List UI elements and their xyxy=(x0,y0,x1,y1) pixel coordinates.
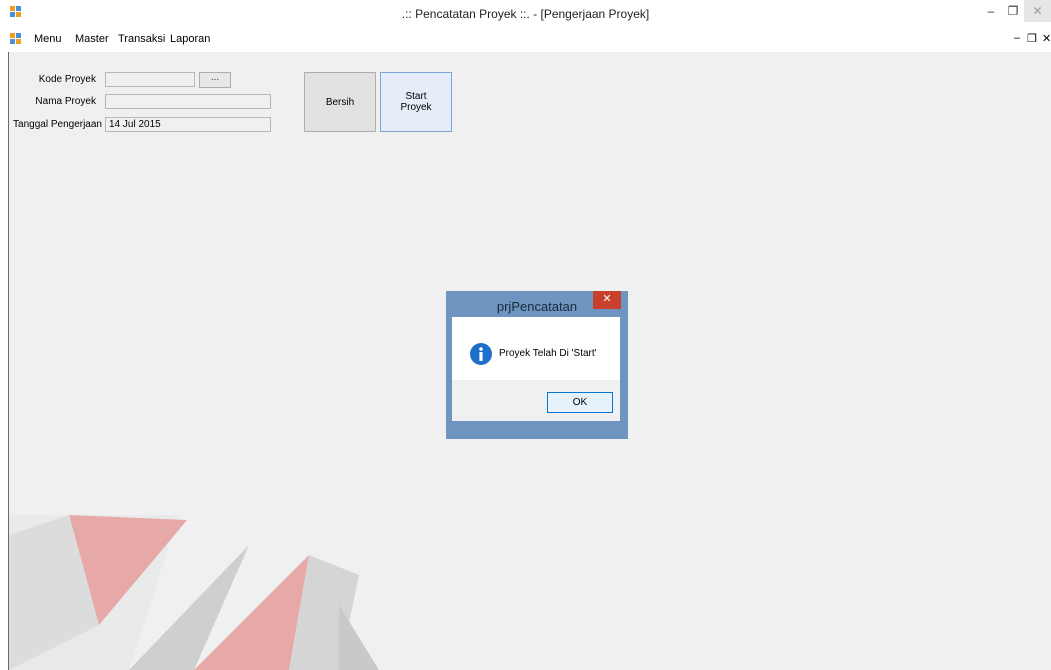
mdi-minimize-button[interactable]: – xyxy=(1014,32,1020,44)
menu-item-laporan[interactable]: Laporan xyxy=(170,33,210,45)
mdi-child-icon[interactable] xyxy=(10,33,22,45)
mdi-restore-button[interactable]: ❐ xyxy=(1027,32,1037,45)
info-icon xyxy=(470,343,492,365)
message-dialog: prjPencatatan ✕ Proyek Telah Di 'Start' … xyxy=(446,291,628,439)
ok-button[interactable]: OK xyxy=(547,392,613,413)
dialog-close-button[interactable]: ✕ xyxy=(593,291,621,309)
dialog-footer: OK xyxy=(452,380,620,421)
kode-proyek-field[interactable] xyxy=(105,72,195,87)
menu-item-master[interactable]: Master xyxy=(75,33,109,45)
mdi-close-button[interactable]: ✕ xyxy=(1042,32,1051,45)
start-label-line-1: Start xyxy=(405,91,427,102)
minimize-button[interactable]: – xyxy=(980,0,1002,22)
menu-item-transaksi[interactable]: Transaksi xyxy=(118,33,165,45)
start-label-line-2: Proyek xyxy=(400,102,432,113)
bersih-button-label: Bersih xyxy=(325,96,355,108)
nama-proyek-label: Nama Proyek xyxy=(35,96,96,107)
kode-proyek-label: Kode Proyek xyxy=(38,74,96,85)
nama-proyek-field[interactable] xyxy=(105,94,271,109)
title-bar: .:: Pencatatan Proyek ::. - [Pengerjaan … xyxy=(0,0,1051,30)
maximize-button[interactable]: ❐ xyxy=(1002,0,1024,22)
dialog-body: Proyek Telah Di 'Start' OK xyxy=(452,317,620,421)
window-title: .:: Pencatatan Proyek ::. - [Pengerjaan … xyxy=(401,7,650,21)
tanggal-pengerjaan-field[interactable]: 14 Jul 2015 xyxy=(105,117,271,132)
start-proyek-button[interactable]: Start Proyek xyxy=(380,72,452,132)
tanggal-pengerjaan-label: Tanggal Pengerjaan xyxy=(13,119,102,130)
menu-bar: Menu Master Transaksi Laporan – ❐ ✕ xyxy=(0,30,1051,48)
close-button[interactable]: ✕ xyxy=(1024,0,1051,22)
watermark-logo xyxy=(9,515,379,670)
menu-item-menu[interactable]: Menu xyxy=(34,33,62,45)
dialog-message: Proyek Telah Di 'Start' xyxy=(499,348,597,359)
browse-button[interactable]: ... xyxy=(199,72,231,88)
bersih-button[interactable]: Bersih xyxy=(304,72,376,132)
